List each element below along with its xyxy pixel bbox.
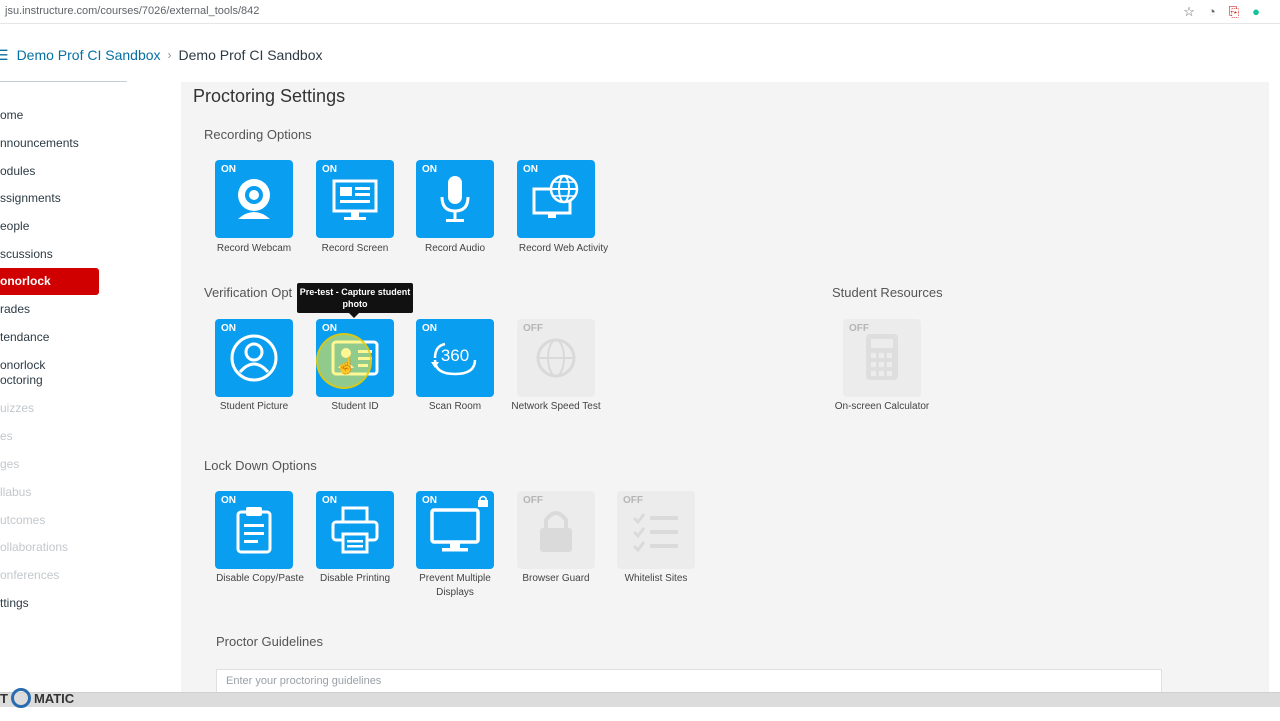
section-student-resources: Student Resources: [832, 285, 943, 300]
nav-item-collaborations[interactable]: ollaborations: [0, 540, 68, 555]
nav-item-pages[interactable]: ges: [0, 457, 19, 472]
section-recording-options: Recording Options: [204, 127, 312, 142]
record-screen-toggle[interactable]: ON: [316, 160, 394, 238]
monitor-icon: [430, 508, 480, 552]
divider: [0, 81, 127, 82]
record-icon: [10, 688, 31, 708]
printer-icon: [331, 506, 379, 554]
nav-item-honorlock-proctoring[interactable]: onorlock octoring: [0, 358, 45, 388]
whitelist-sites-toggle[interactable]: OFF: [617, 491, 695, 569]
clipboard-icon: [236, 507, 272, 554]
disable-printing-toggle[interactable]: ON: [316, 491, 394, 569]
360-icon: 360: [431, 342, 477, 376]
breadcrumb-current: Demo Prof CI Sandbox: [178, 47, 323, 63]
scan-room-toggle[interactable]: ON 360: [416, 319, 494, 397]
network-speed-test-toggle[interactable]: OFF: [517, 319, 595, 397]
nav-item-conferences[interactable]: onferences: [0, 568, 59, 583]
nav-item-outcomes[interactable]: utcomes: [0, 513, 45, 528]
webcam-icon: [238, 179, 270, 219]
section-lock-down-options: Lock Down Options: [204, 458, 317, 473]
record-webcam-label: Record Webcam: [216, 243, 292, 254]
student-id-tooltip: Pre-test - Capture student photo: [297, 283, 413, 318]
browser-extension-icons: ☆ ◔ ⎘ ●: [1183, 3, 1260, 21]
browser-address-bar[interactable]: jsu.instructure.com/courses/7026/externa…: [0, 0, 1280, 24]
student-picture-toggle[interactable]: ON: [215, 319, 293, 397]
screencast-watermark: T MATIC: [0, 686, 74, 710]
nav-item-attendance[interactable]: tendance: [0, 330, 49, 345]
calculator-icon: [866, 334, 898, 380]
record-webcam-toggle[interactable]: ON: [215, 160, 293, 238]
proctor-guidelines-label: Proctor Guidelines: [216, 634, 323, 649]
record-audio-label: Record Audio: [424, 243, 486, 254]
globe-icon: [536, 338, 576, 378]
360-icon-text: 360: [441, 346, 469, 365]
nav-item-discussions[interactable]: scussions: [0, 247, 53, 262]
nav-item-grades[interactable]: rades: [0, 302, 30, 317]
scan-room-label: Scan Room: [428, 401, 482, 412]
whitelist-sites-label: Whitelist Sites: [624, 573, 688, 584]
nav-item-syllabus[interactable]: llabus: [0, 485, 31, 500]
pdf-icon[interactable]: ⎘: [1229, 3, 1239, 21]
taskbar-strip: [0, 707, 1280, 721]
nav-item-settings[interactable]: ttings: [0, 596, 29, 611]
nav-item-modules[interactable]: odules: [0, 164, 35, 179]
browser-guard-label: Browser Guard: [522, 573, 590, 584]
url-text[interactable]: jsu.instructure.com/courses/7026/externa…: [5, 5, 259, 17]
disable-copy-paste-label: Disable Copy/Paste: [216, 573, 304, 584]
nav-item-assignments[interactable]: ssignments: [0, 191, 61, 206]
breadcrumb-separator: ›: [167, 48, 172, 62]
star-icon[interactable]: ☆: [1183, 3, 1195, 21]
extension-circle-icon[interactable]: ◔: [1208, 3, 1216, 21]
user-circle-icon: [230, 334, 278, 382]
prevent-multiple-displays-label: Prevent Multiple Displays: [419, 573, 491, 598]
network-speed-test-label: Network Speed Test: [511, 401, 601, 412]
page-title: Proctoring Settings: [193, 86, 346, 106]
section-verification-options: Verification Opt: [204, 285, 293, 300]
microphone-icon: [440, 176, 470, 222]
nav-item-home[interactable]: ome: [0, 108, 23, 123]
prevent-multiple-displays-toggle[interactable]: ON: [416, 491, 494, 569]
globe-monitor-icon: [532, 174, 579, 218]
nav-item-announcements[interactable]: nnouncements: [0, 136, 79, 151]
checklist-icon: [632, 513, 678, 553]
record-web-activity-label: Record Web Activity: [518, 243, 609, 254]
student-picture-label: Student Picture: [219, 401, 289, 412]
hand-cursor-icon: ☝: [336, 358, 356, 375]
padlock-icon: [540, 511, 572, 552]
hamburger-menu-icon[interactable]: ☰: [0, 47, 9, 64]
record-screen-label: Record Screen: [321, 243, 389, 254]
watermark-right-text: MATIC: [33, 690, 75, 706]
nav-item-quizzes[interactable]: uizzes: [0, 401, 34, 416]
record-web-activity-toggle[interactable]: ON: [517, 160, 595, 238]
watermark-left-text: T: [0, 690, 8, 706]
student-id-label: Student ID: [331, 401, 379, 412]
nav-item-files[interactable]: es: [0, 429, 13, 444]
proctor-guidelines-input[interactable]: [216, 669, 1162, 693]
grammarly-icon[interactable]: ●: [1252, 3, 1260, 21]
taskbar: [0, 692, 1280, 721]
breadcrumb: ☰ Demo Prof CI Sandbox › Demo Prof CI Sa…: [0, 45, 323, 65]
breadcrumb-course-link[interactable]: Demo Prof CI Sandbox: [17, 47, 161, 63]
disable-printing-label: Disable Printing: [319, 573, 391, 584]
browser-guard-toggle[interactable]: OFF: [517, 491, 595, 569]
screen-icon: [332, 179, 378, 220]
record-audio-toggle[interactable]: ON: [416, 160, 494, 238]
nav-item-honorlock[interactable]: onorlock: [0, 268, 99, 295]
disable-copy-paste-toggle[interactable]: ON: [215, 491, 293, 569]
nav-item-people[interactable]: eople: [0, 219, 29, 234]
onscreen-calculator-label: On-screen Calculator: [834, 401, 930, 412]
onscreen-calculator-toggle[interactable]: OFF: [843, 319, 921, 397]
